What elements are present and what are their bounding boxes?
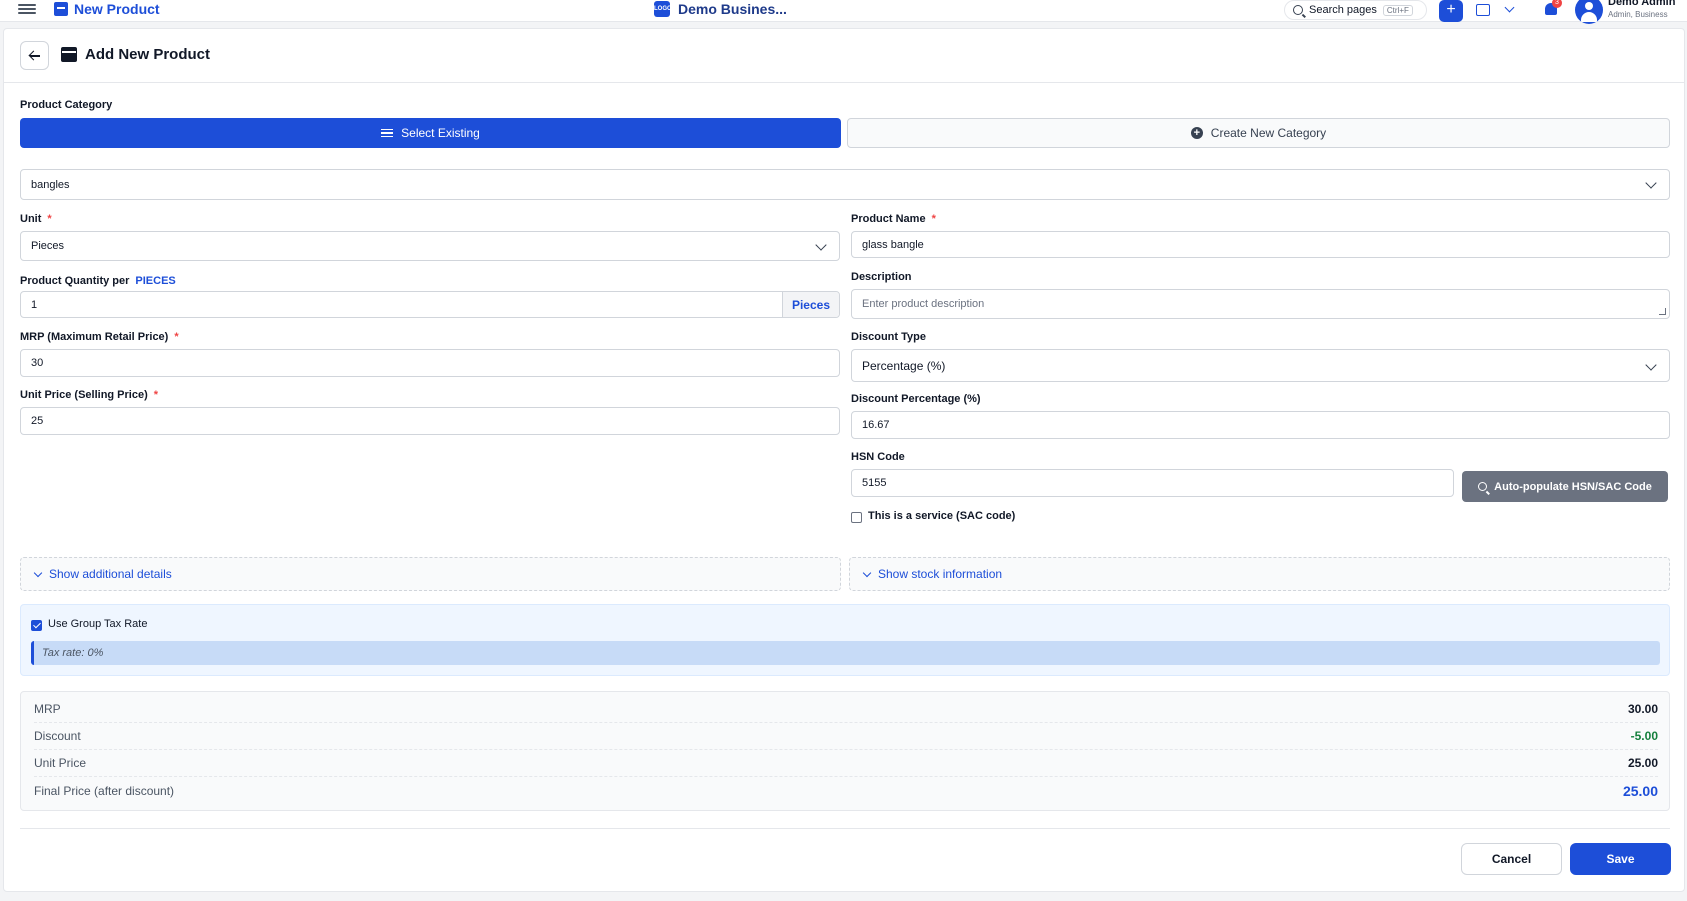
category-select-value: bangles <box>31 178 70 191</box>
product-name-input[interactable]: glass bangle <box>851 231 1670 258</box>
create-category-button[interactable]: + Create New Category <box>847 118 1670 148</box>
cancel-button[interactable]: Cancel <box>1461 843 1562 875</box>
summary-value: 25.00 <box>1622 782 1658 799</box>
category-label: Product Category <box>20 99 113 111</box>
search-icon <box>1293 5 1303 15</box>
discount-percentage-label: Discount Percentage (%) <box>851 393 981 405</box>
hamburger-menu-icon[interactable] <box>18 2 36 18</box>
chevron-down-icon <box>862 568 872 577</box>
form-title: Add New Product <box>85 46 211 63</box>
chevron-down-icon <box>815 239 827 251</box>
summary-row-mrp: MRP 30.00 <box>34 696 1658 723</box>
discount-type-label: Discount Type <box>851 331 926 343</box>
quantity-label: Product Quantity per PIECES <box>20 275 176 287</box>
back-button[interactable] <box>20 41 49 70</box>
save-button[interactable]: Save <box>1570 843 1671 875</box>
group-tax-label: Use Group Tax Rate <box>48 618 148 630</box>
page-title: New Product <box>54 1 160 17</box>
quick-add-button[interactable]: + <box>1439 0 1463 22</box>
discount-type-select[interactable]: Percentage (%) <box>851 349 1670 382</box>
tax-rate-note: Tax rate: 0% <box>31 641 1660 665</box>
summary-label: MRP <box>34 702 61 716</box>
price-summary: MRP 30.00 Discount -5.00 Unit Price 25.0… <box>20 691 1670 811</box>
discount-type-value: Percentage (%) <box>862 358 946 373</box>
business-logo-icon: LOGO <box>654 1 672 17</box>
summary-row-final-price: Final Price (after discount) 25.00 <box>34 777 1658 804</box>
unit-select[interactable]: Pieces <box>20 231 840 261</box>
mrp-input[interactable]: 30 <box>20 349 840 377</box>
discount-percentage-value: 16.67 <box>862 419 890 431</box>
quantity-value: 1 <box>31 298 38 311</box>
service-checkbox[interactable] <box>851 512 862 523</box>
user-name: Demo Admin <box>1608 0 1676 8</box>
chevron-down-icon[interactable] <box>1504 2 1515 13</box>
quantity-unit-addon: Pieces <box>782 292 839 317</box>
discount-percentage-input[interactable]: 16.67 <box>851 411 1670 439</box>
business-switcher[interactable]: LOGO Demo Busines... <box>654 1 787 17</box>
summary-label: Final Price (after discount) <box>34 783 175 798</box>
avatar[interactable] <box>1575 0 1603 24</box>
summary-row-unit-price: Unit Price 25.00 <box>34 750 1658 777</box>
group-tax-checkbox[interactable] <box>31 620 42 631</box>
chevron-down-icon <box>1645 177 1657 189</box>
summary-label: Discount <box>34 729 81 743</box>
hsn-input[interactable]: 5155 <box>851 469 1454 497</box>
stock-information-label: Show stock information <box>878 567 1003 581</box>
unit-select-value: Pieces <box>31 240 65 252</box>
summary-value: 30.00 <box>1627 702 1658 716</box>
show-stock-information-toggle[interactable]: Show stock information <box>849 557 1670 591</box>
notification-badge: 3 <box>1552 0 1562 8</box>
product-name-label: Product Name * <box>851 213 936 225</box>
category-select[interactable]: bangles <box>20 169 1670 200</box>
search-button[interactable]: Search pages Ctrl+F <box>1284 0 1427 20</box>
quantity-input[interactable]: 1 Pieces <box>20 291 840 318</box>
unit-price-value: 25 <box>31 415 44 427</box>
hsn-value: 5155 <box>862 477 887 489</box>
store-icon[interactable] <box>1476 4 1490 16</box>
unit-price-input[interactable]: 25 <box>20 407 840 435</box>
box-icon <box>54 2 68 16</box>
hsn-label: HSN Code <box>851 451 905 463</box>
select-existing-label: Select Existing <box>401 126 480 140</box>
unit-price-label: Unit Price (Selling Price) * <box>20 389 159 401</box>
chevron-down-icon <box>1645 359 1657 371</box>
service-checkbox-label: This is a service (SAC code) <box>868 510 1016 522</box>
user-role: Admin, Business <box>1608 10 1668 19</box>
description-textarea[interactable]: Enter product description <box>851 289 1670 319</box>
additional-details-label: Show additional details <box>49 567 172 581</box>
search-icon <box>1478 482 1488 491</box>
archive-icon <box>61 47 77 62</box>
create-category-label: Create New Category <box>1210 126 1327 140</box>
summary-label: Unit Price <box>34 756 87 770</box>
divider <box>20 828 1670 829</box>
page-title-text: New Product <box>74 1 160 17</box>
summary-value: 25.00 <box>1627 756 1658 770</box>
summary-row-discount: Discount -5.00 <box>34 723 1658 750</box>
show-additional-details-toggle[interactable]: Show additional details <box>20 557 841 591</box>
auto-populate-hsn-button[interactable]: Auto-populate HSN/SAC Code <box>1462 471 1668 502</box>
top-bar: New Product LOGO Demo Busines... Search … <box>0 0 1687 24</box>
summary-value: -5.00 <box>1630 729 1658 743</box>
description-placeholder: Enter product description <box>862 298 985 310</box>
resize-handle-icon[interactable] <box>1659 308 1666 315</box>
description-label: Description <box>851 271 912 283</box>
search-shortcut: Ctrl+F <box>1382 4 1413 16</box>
mrp-label: MRP (Maximum Retail Price) * <box>20 331 179 343</box>
select-existing-button[interactable]: Select Existing <box>20 118 841 148</box>
search-label: Search pages <box>1309 4 1377 16</box>
product-form-card: Add New Product Product Category Select … <box>3 28 1685 892</box>
auto-populate-label: Auto-populate HSN/SAC Code <box>1494 480 1652 493</box>
product-name-value: glass bangle <box>862 238 924 251</box>
mrp-value: 30 <box>31 357 44 369</box>
business-name: Demo Busines... <box>678 1 787 17</box>
list-icon <box>381 128 394 138</box>
chevron-down-icon <box>33 568 43 577</box>
card-header: Add New Product <box>4 29 1684 83</box>
unit-label: Unit * <box>20 213 52 225</box>
tax-panel: Use Group Tax Rate Tax rate: 0% <box>20 604 1670 676</box>
plus-circle-icon: + <box>1190 127 1203 139</box>
